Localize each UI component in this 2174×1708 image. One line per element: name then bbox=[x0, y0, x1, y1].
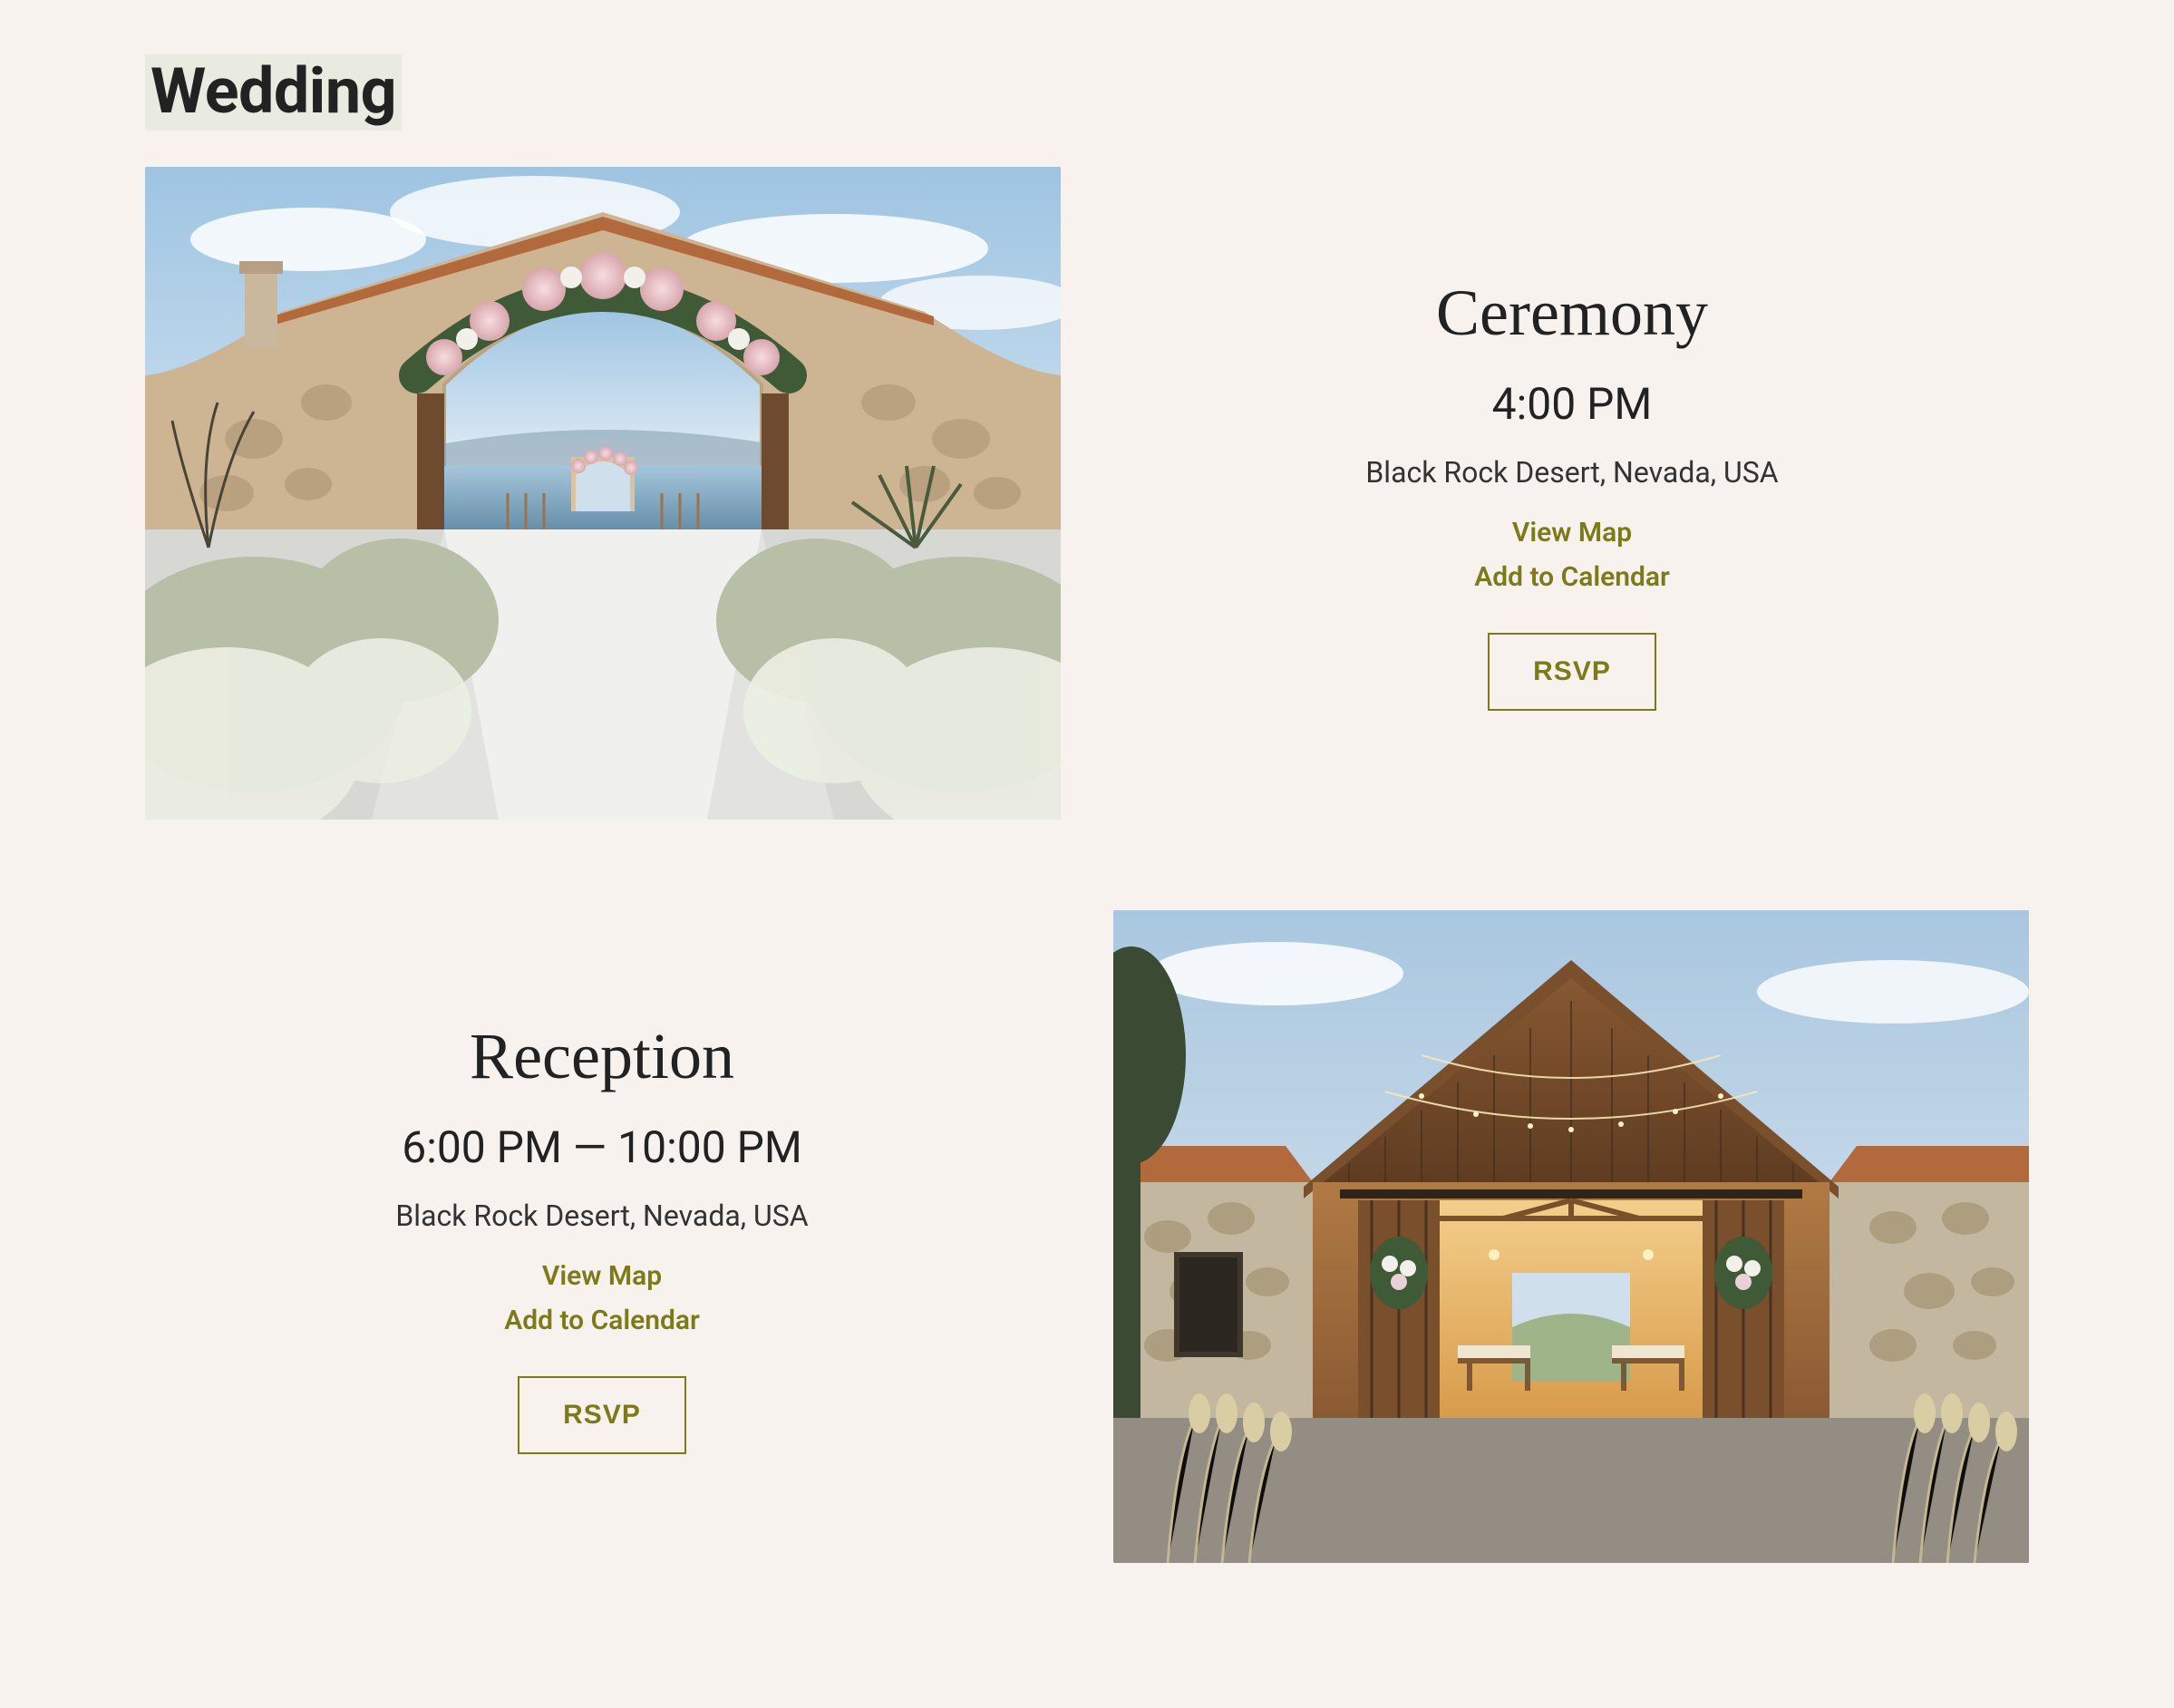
reception-add-to-calendar-link[interactable]: Add to Calendar bbox=[504, 1305, 700, 1336]
reception-rsvp-button[interactable]: RSVP bbox=[518, 1376, 686, 1454]
event-reception: Reception 6:00 PM — 10:00 PM Black Rock … bbox=[145, 910, 2029, 1563]
ceremony-title: Ceremony bbox=[1436, 276, 1708, 351]
reception-view-map-link[interactable]: View Map bbox=[542, 1260, 662, 1292]
ceremony-venue-image bbox=[145, 167, 1061, 820]
reception-location: Black Rock Desert, Nevada, USA bbox=[395, 1199, 808, 1233]
reception-time: 6:00 PM — 10:00 PM bbox=[402, 1121, 802, 1173]
page-heading: Wedding bbox=[145, 54, 402, 131]
ceremony-location: Black Rock Desert, Nevada, USA bbox=[1365, 455, 1778, 490]
event-ceremony: Ceremony 4:00 PM Black Rock Desert, Neva… bbox=[145, 167, 2029, 820]
ceremony-view-map-link[interactable]: View Map bbox=[1512, 517, 1632, 548]
ceremony-time: 4:00 PM bbox=[1492, 378, 1653, 430]
reception-title: Reception bbox=[470, 1019, 734, 1094]
ceremony-rsvp-button[interactable]: RSVP bbox=[1488, 633, 1656, 711]
ceremony-add-to-calendar-link[interactable]: Add to Calendar bbox=[1474, 561, 1670, 593]
reception-venue-image bbox=[1113, 910, 2029, 1563]
